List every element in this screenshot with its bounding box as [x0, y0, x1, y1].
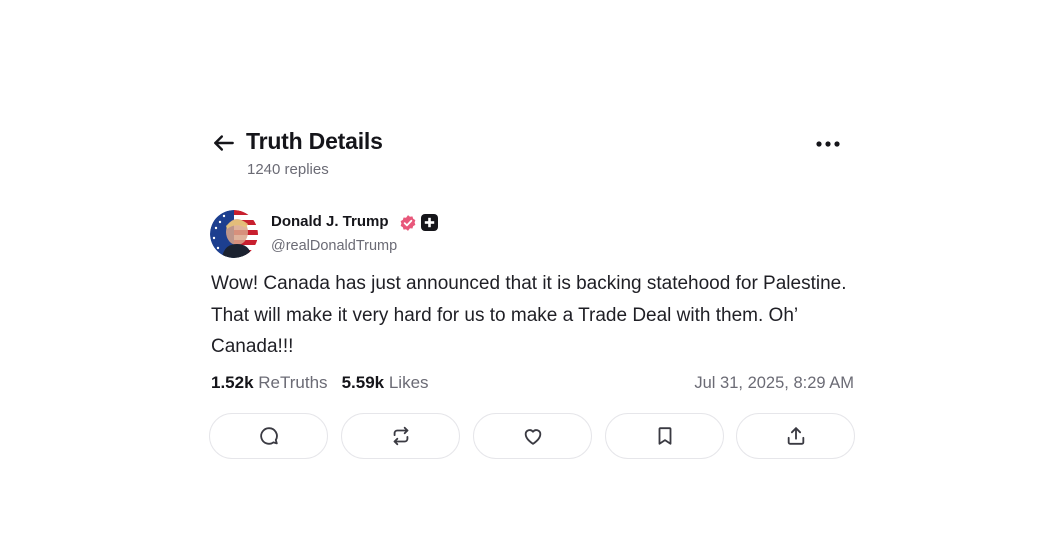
more-options-button[interactable]: [813, 134, 843, 154]
like-button[interactable]: [473, 413, 592, 459]
retruth-icon: [393, 426, 408, 446]
retruths-count: 1.52k: [211, 373, 254, 392]
action-bar: [209, 413, 857, 463]
author-name[interactable]: Donald J. Trump: [271, 213, 389, 230]
likes-label: Likes: [388, 373, 429, 392]
retruth-button[interactable]: [341, 413, 460, 459]
bookmark-icon: [658, 427, 671, 445]
likes-count: 5.59k: [341, 373, 385, 392]
share-button[interactable]: [736, 413, 855, 459]
reply-button[interactable]: [209, 413, 328, 459]
bookmark-button[interactable]: [605, 413, 724, 459]
post-stats: 1.52k ReTruths 5.59k Likes: [211, 373, 429, 393]
heart-icon: [524, 429, 541, 445]
share-icon: [787, 427, 804, 445]
post-timestamp: Jul 31, 2025, 8:29 AM: [694, 374, 854, 392]
author-handle[interactable]: @realDonaldTrump: [271, 238, 397, 254]
retruths-label: ReTruths: [258, 373, 328, 392]
reply-count: 1240 replies: [247, 161, 329, 178]
verified-badge-icon: [399, 214, 417, 232]
likes-stat[interactable]: 5.59k Likes: [342, 373, 429, 392]
truth-details-page: Truth Details 1240 replies Donald J. Tru…: [0, 0, 1063, 534]
retruths-stat[interactable]: 1.52k ReTruths: [211, 373, 328, 392]
ellipsis-icon: [816, 141, 840, 147]
page-title: Truth Details: [246, 128, 383, 154]
plus-badge-icon: [421, 214, 438, 231]
post-text: Wow! Canada has just announced that it i…: [211, 273, 847, 357]
back-button[interactable]: [211, 130, 237, 156]
reply-icon: [259, 427, 278, 445]
avatar[interactable]: [210, 210, 258, 258]
page-header: Truth Details 1240 replies: [211, 126, 861, 186]
arrow-left-icon: [214, 135, 234, 151]
